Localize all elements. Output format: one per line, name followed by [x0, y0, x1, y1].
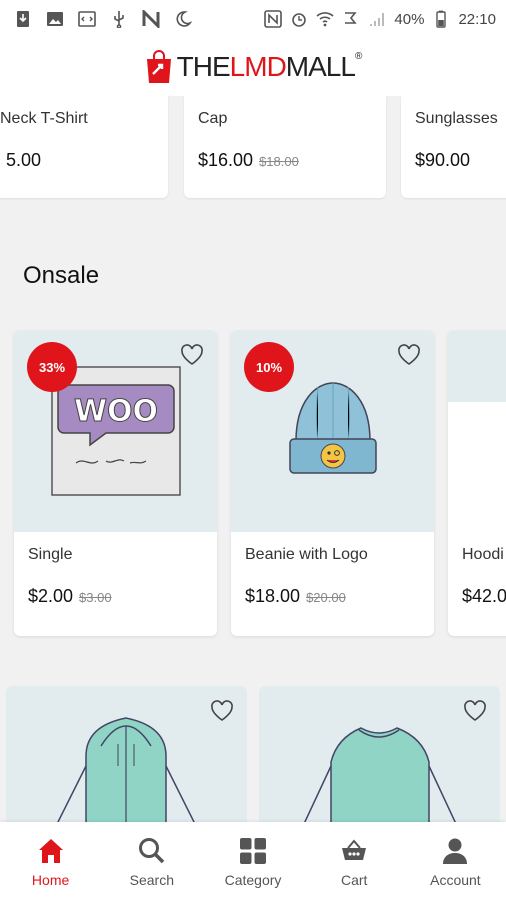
nav-cart[interactable]: Cart [304, 822, 405, 900]
cell-signal-icon [368, 10, 386, 28]
grid-icon [238, 836, 268, 866]
download-icon [14, 10, 32, 28]
cart-icon [339, 836, 369, 866]
product-image [448, 330, 506, 532]
battery-icon [432, 10, 450, 28]
nav-label: Category [224, 872, 282, 888]
product-old-price: $20.00 [306, 590, 346, 605]
nav-label: Home [31, 872, 70, 888]
wifi-icon [316, 10, 334, 28]
nav-search[interactable]: Search [101, 822, 202, 900]
product-card[interactable] [259, 686, 500, 822]
brand-wordmark: THELMDMALL® [176, 51, 363, 82]
product-card[interactable] [6, 686, 247, 822]
nfc-icon [264, 10, 283, 28]
product-card[interactable]: Cap $16.00 $18.00 [184, 96, 386, 198]
product-price: $16.00 $18.00 [198, 150, 299, 170]
product-name: Hoodi [462, 546, 504, 563]
product-name: Single [28, 546, 73, 563]
product-card[interactable]: Neck T-Shirt 5.00 [0, 96, 168, 198]
product-card[interactable]: Sunglasses $90.00 [401, 96, 506, 198]
alarm-icon [290, 10, 308, 28]
section-title-onsale: Onsale [23, 262, 100, 289]
product-price: $42.0 [462, 586, 506, 606]
search-icon [137, 836, 167, 866]
n-app-icon [142, 10, 160, 28]
home-icon [36, 836, 66, 866]
product-image: WOO 33% [14, 330, 217, 532]
onsale-products-row[interactable]: WOO 33% Single $2.00 $3.00 10% Beanie wi… [0, 330, 506, 640]
svg-text:WOO: WOO [73, 394, 157, 429]
moon-icon [174, 10, 192, 28]
code-icon [78, 10, 96, 28]
product-price: $90.00 [415, 150, 471, 170]
usb-icon [110, 10, 128, 28]
nav-home[interactable]: Home [0, 822, 101, 900]
product-old-price: $18.00 [259, 154, 299, 169]
top-products-row[interactable]: Neck T-Shirt 5.00 Cap $16.00 $18.00 Sungl… [0, 96, 506, 200]
shopping-bag-logo-icon [146, 50, 171, 83]
wishlist-heart-icon[interactable] [179, 342, 205, 368]
signal-alt-icon [342, 10, 360, 28]
product-name: Beanie with Logo [245, 546, 368, 563]
brand-logo[interactable]: THELMDMALL® [145, 50, 362, 84]
nav-label: Account [430, 872, 481, 888]
wishlist-heart-icon[interactable] [462, 698, 488, 724]
discount-badge: 10% [244, 342, 294, 392]
bottom-navigation: Home Search Category Cart Account [0, 822, 506, 900]
product-name: Sunglasses [415, 110, 498, 127]
product-price: 5.00 [6, 150, 42, 170]
nav-account[interactable]: Account [405, 822, 506, 900]
sale-product-card[interactable]: Hoodi $42.0 [448, 330, 506, 636]
product-name: Cap [198, 110, 228, 127]
battery-percent: 40% [394, 10, 425, 28]
discount-badge: 33% [27, 342, 77, 392]
sale-product-card[interactable]: WOO 33% Single $2.00 $3.00 [14, 330, 217, 636]
products-grid-row[interactable] [0, 686, 506, 822]
product-price: $2.00 $3.00 [28, 586, 112, 606]
beanie-image [288, 382, 377, 474]
gallery-icon [46, 10, 64, 28]
nav-label: Search [129, 872, 174, 888]
wishlist-heart-icon[interactable] [209, 698, 235, 724]
nav-label: Cart [340, 872, 368, 888]
account-icon [440, 836, 470, 866]
status-bar: 40% 22:10 [0, 0, 506, 38]
sale-product-card[interactable]: 10% Beanie with Logo $18.00 $20.00 [231, 330, 434, 636]
product-image: 10% [231, 330, 434, 532]
product-price: $18.00 $20.00 [245, 586, 346, 606]
clock-time: 22:10 [458, 10, 496, 28]
nav-category[interactable]: Category [202, 822, 303, 900]
product-name: Neck T-Shirt [0, 110, 88, 127]
product-old-price: $3.00 [79, 590, 112, 605]
wishlist-heart-icon[interactable] [396, 342, 422, 368]
app-header: THELMDMALL® [0, 38, 506, 96]
